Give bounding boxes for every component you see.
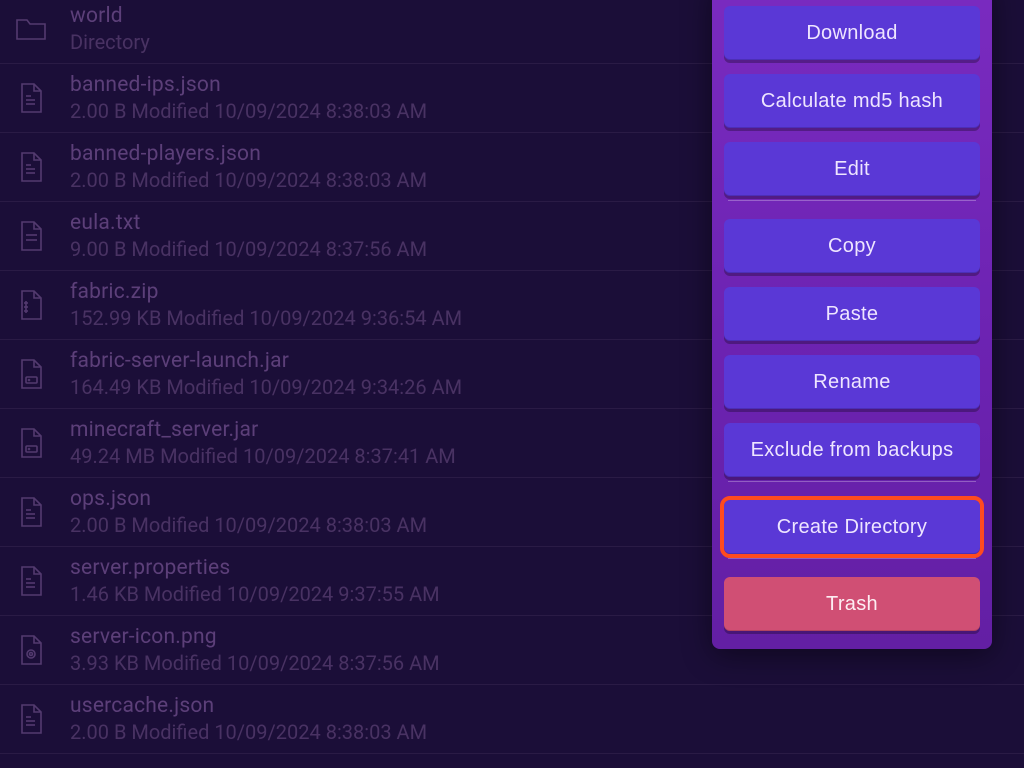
file-meta: 49.24 MB Modified 10/09/2024 8:37:41 AM xyxy=(70,444,456,468)
menu-separator xyxy=(728,558,976,559)
rename-button[interactable]: Rename xyxy=(724,355,980,409)
file-meta: 1.46 KB Modified 10/09/2024 9:37:55 AM xyxy=(70,582,440,606)
file-name: banned-ips.json xyxy=(70,73,427,97)
png-icon xyxy=(10,629,52,671)
paste-button[interactable]: Paste xyxy=(724,287,980,341)
file-name: eula.txt xyxy=(70,211,427,235)
file-name: fabric-server-launch.jar xyxy=(70,349,462,373)
download-button[interactable]: Download xyxy=(724,6,980,60)
file-name: world xyxy=(70,4,150,28)
json-icon xyxy=(10,560,52,602)
file-text: server-icon.png3.93 KB Modified 10/09/20… xyxy=(70,625,440,675)
calculate-md5-button[interactable]: Calculate md5 hash xyxy=(724,74,980,128)
file-name: banned-players.json xyxy=(70,142,427,166)
exclude-backups-button[interactable]: Exclude from backups xyxy=(724,423,980,477)
file-text: usercache.json2.00 B Modified 10/09/2024… xyxy=(70,694,427,744)
file-text: banned-ips.json2.00 B Modified 10/09/202… xyxy=(70,73,427,123)
file-meta: 152.99 KB Modified 10/09/2024 9:36:54 AM xyxy=(70,306,462,330)
file-name: server-icon.png xyxy=(70,625,440,649)
json-icon xyxy=(10,491,52,533)
file-meta: 2.00 B Modified 10/09/2024 8:38:03 AM xyxy=(70,168,427,192)
file-name: minecraft_server.jar xyxy=(70,418,456,442)
json-icon xyxy=(10,146,52,188)
edit-button[interactable]: Edit xyxy=(724,142,980,196)
file-name: usercache.json xyxy=(70,694,427,718)
file-text: fabric-server-launch.jar164.49 KB Modifi… xyxy=(70,349,462,399)
zip-icon xyxy=(10,284,52,326)
json-icon xyxy=(10,698,52,740)
file-name: ops.json xyxy=(70,487,427,511)
file-text: minecraft_server.jar49.24 MB Modified 10… xyxy=(70,418,456,468)
file-meta: 2.00 B Modified 10/09/2024 8:38:03 AM xyxy=(70,99,427,123)
jar-icon xyxy=(10,422,52,464)
file-row[interactable]: usercache.json2.00 B Modified 10/09/2024… xyxy=(0,685,1024,754)
file-name: server.properties xyxy=(70,556,440,580)
file-name: fabric.zip xyxy=(70,280,462,304)
jar-icon xyxy=(10,353,52,395)
menu-separator xyxy=(728,481,976,482)
file-meta: 2.00 B Modified 10/09/2024 8:38:03 AM xyxy=(70,513,427,537)
folder-icon xyxy=(10,8,52,50)
file-meta: 2.00 B Modified 10/09/2024 8:38:03 AM xyxy=(70,720,427,744)
txt-icon xyxy=(10,215,52,257)
trash-button[interactable]: Trash xyxy=(724,577,980,631)
file-meta: 9.00 B Modified 10/09/2024 8:37:56 AM xyxy=(70,237,427,261)
file-text: fabric.zip152.99 KB Modified 10/09/2024 … xyxy=(70,280,462,330)
file-text: banned-players.json2.00 B Modified 10/09… xyxy=(70,142,427,192)
file-meta: Directory xyxy=(70,30,150,54)
create-directory-button[interactable]: Create Directory xyxy=(724,500,980,554)
file-text: server.properties1.46 KB Modified 10/09/… xyxy=(70,556,440,606)
context-menu: Download Calculate md5 hash Edit Copy Pa… xyxy=(712,0,992,649)
file-text: ops.json2.00 B Modified 10/09/2024 8:38:… xyxy=(70,487,427,537)
copy-button[interactable]: Copy xyxy=(724,219,980,273)
file-text: worldDirectory xyxy=(70,4,150,54)
menu-separator xyxy=(728,200,976,201)
json-icon xyxy=(10,77,52,119)
file-meta: 3.93 KB Modified 10/09/2024 8:37:56 AM xyxy=(70,651,440,675)
file-text: eula.txt9.00 B Modified 10/09/2024 8:37:… xyxy=(70,211,427,261)
file-meta: 164.49 KB Modified 10/09/2024 9:34:26 AM xyxy=(70,375,462,399)
